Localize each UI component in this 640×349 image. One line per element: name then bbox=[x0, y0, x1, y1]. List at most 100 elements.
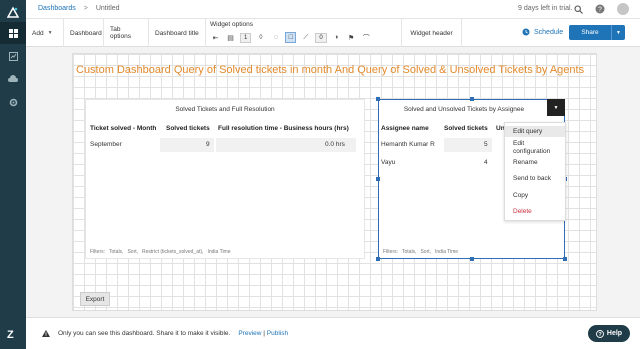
menu-item-send-to-back[interactable]: Send to back bbox=[513, 175, 551, 182]
chevron-down-icon: ▼ bbox=[47, 30, 53, 36]
footer-timezone: India Time bbox=[207, 249, 231, 255]
resize-handle[interactable] bbox=[376, 97, 380, 101]
align-icon[interactable]: ⇤ bbox=[210, 32, 221, 43]
column-header: Ticket solved - Month bbox=[90, 125, 157, 132]
resize-handle[interactable] bbox=[470, 257, 474, 261]
table-cell: Hemanth Kumar R bbox=[381, 141, 435, 148]
schedule-button[interactable]: Schedule bbox=[522, 28, 563, 36]
dashboard-menu-label: Dashboard bbox=[70, 29, 102, 37]
dashboard-icon bbox=[8, 28, 18, 38]
dashboard-title-label: Dashboard title bbox=[155, 29, 199, 37]
add-label: Add bbox=[32, 29, 44, 37]
widget-title: Solved and Unsolved Tickets by Assignee bbox=[403, 106, 525, 113]
export-button[interactable]: Export bbox=[80, 292, 110, 306]
widget-footer: Filters: Totals, Sort, Restrict (tickets… bbox=[90, 249, 231, 255]
dashboard-menu[interactable]: Dashboard bbox=[64, 19, 104, 47]
link-separator: | bbox=[263, 330, 265, 337]
app-logo-icon bbox=[6, 6, 20, 18]
table-cell: September bbox=[90, 141, 122, 148]
resize-handle[interactable] bbox=[376, 177, 380, 181]
widget-header-menu[interactable]: Widget header bbox=[402, 19, 462, 47]
corner-radius-icon[interactable]: ⌒ bbox=[361, 32, 372, 43]
table-cell: Vayu bbox=[381, 159, 396, 166]
toolbar: Add ▼ Dashboard Tab options Dashboard tit… bbox=[26, 19, 640, 47]
resize-handle[interactable] bbox=[563, 257, 567, 261]
widget-options-group: Widget options ⇤ ▤ 1 ◊ ◌ □ ⟋ 0 ◑ ⚑ ⌒ bbox=[206, 19, 402, 47]
gear-icon bbox=[9, 98, 17, 106]
add-button[interactable]: Add ▼ bbox=[26, 19, 64, 47]
menu-item-delete[interactable]: Delete bbox=[513, 208, 532, 215]
question-icon: ? bbox=[595, 329, 604, 338]
page-title[interactable]: Custom Dashboard Query of Solved tickets… bbox=[76, 64, 584, 76]
border-icon[interactable]: □ bbox=[285, 32, 297, 43]
table-cell: 0.0 hrs bbox=[325, 141, 345, 148]
chart-icon bbox=[8, 51, 18, 61]
warning-icon bbox=[42, 330, 50, 337]
rows-icon[interactable]: ▤ bbox=[225, 32, 236, 43]
shadow-icon[interactable]: ◑ bbox=[331, 32, 342, 43]
border-width-field[interactable]: 0 bbox=[315, 32, 327, 43]
column-header: Solved tickets bbox=[444, 125, 488, 132]
border-width-icon[interactable]: ⟋ bbox=[300, 32, 311, 43]
dashboard-canvas: Custom Dashboard Query of Solved tickets… bbox=[72, 53, 597, 311]
widget-context-menu: Edit query Edit configuration Rename Sen… bbox=[504, 122, 566, 221]
menu-item-rename[interactable]: Rename bbox=[513, 159, 538, 166]
paint-icon[interactable]: ⚑ bbox=[346, 32, 357, 43]
help-button[interactable]: ? Help bbox=[588, 325, 630, 342]
clock-icon bbox=[522, 28, 530, 36]
row-count-field[interactable]: 1 bbox=[240, 32, 252, 43]
footer-sort: Sort, bbox=[420, 249, 432, 255]
footer-bar: Only you can see this dashboard. Share i… bbox=[26, 317, 640, 349]
widget-solved-tickets[interactable]: Solved Tickets and Full Resolution Ticke… bbox=[85, 99, 365, 259]
schedule-label: Schedule bbox=[534, 28, 564, 36]
widget-header-label: Widget header bbox=[410, 29, 453, 37]
cloud-icon bbox=[8, 75, 18, 82]
dashboard-title-menu[interactable]: Dashboard title bbox=[149, 19, 206, 47]
tab-options-label: Tab options bbox=[110, 26, 131, 40]
share-label: Share bbox=[581, 29, 599, 36]
menu-item-copy[interactable]: Copy bbox=[513, 192, 528, 199]
footer-filters: Filters: bbox=[90, 249, 105, 255]
widget-footer: Filters: Totals, Sort, India Time bbox=[383, 249, 458, 255]
breadcrumb-current: Untitled bbox=[95, 5, 120, 12]
help-circle-icon[interactable]: ? bbox=[595, 4, 605, 14]
resize-handle[interactable] bbox=[470, 97, 474, 101]
avatar[interactable] bbox=[617, 3, 629, 15]
visibility-notice: Only you can see this dashboard. Share i… bbox=[42, 330, 288, 337]
search-icon[interactable] bbox=[574, 4, 583, 14]
column-header: Solved tickets bbox=[166, 125, 210, 132]
nav-settings[interactable] bbox=[0, 91, 26, 113]
table-cell: 4 bbox=[484, 159, 488, 166]
notice-text: Only you can see this dashboard. Share i… bbox=[58, 330, 231, 337]
footer-timezone: India Time bbox=[435, 249, 459, 255]
resize-handle[interactable] bbox=[376, 257, 380, 261]
breadcrumb-separator: > bbox=[83, 5, 88, 12]
nav-dashboards[interactable] bbox=[0, 22, 26, 44]
footer-filters: Filters: bbox=[383, 249, 398, 255]
nav-reports[interactable] bbox=[0, 45, 26, 67]
nav-datasets[interactable] bbox=[0, 68, 26, 90]
footer-totals: Totals, bbox=[402, 249, 417, 255]
svg-text:?: ? bbox=[598, 7, 602, 14]
top-bar: Dashboards > Untitled 9 days left in trial… bbox=[26, 0, 640, 19]
menu-item-edit-configuration[interactable]: Edit configuration bbox=[513, 140, 559, 156]
preview-link[interactable]: Preview bbox=[238, 330, 261, 337]
menu-item-edit-query[interactable]: Edit query bbox=[505, 126, 565, 137]
publish-link[interactable]: Publish bbox=[267, 330, 288, 337]
breadcrumb-dashboards[interactable]: Dashboards bbox=[38, 5, 76, 12]
footer-restrict: Restrict (tickets_solved_at), bbox=[142, 249, 204, 255]
fill-color-icon[interactable]: ◊ bbox=[255, 32, 266, 43]
chevron-down-icon[interactable]: ▼ bbox=[611, 25, 625, 40]
column-header: Assignee name bbox=[381, 125, 429, 132]
column-header: Full resolution time - Business hours (h… bbox=[218, 125, 349, 132]
share-button[interactable]: Share ▼ bbox=[569, 25, 625, 40]
border-color-icon[interactable]: ◌ bbox=[270, 32, 281, 43]
widget-options-label: Widget options bbox=[210, 21, 253, 28]
tab-options-menu[interactable]: Tab options bbox=[104, 19, 149, 47]
trial-notice: 9 days left in trial. bbox=[518, 5, 573, 12]
footer-totals: Totals, bbox=[109, 249, 124, 255]
table-cell: 5 bbox=[484, 141, 488, 148]
widget-menu-button[interactable]: ▼ bbox=[547, 99, 565, 116]
table-cell: 9 bbox=[206, 141, 210, 148]
breadcrumb: Dashboards > Untitled bbox=[38, 5, 120, 12]
